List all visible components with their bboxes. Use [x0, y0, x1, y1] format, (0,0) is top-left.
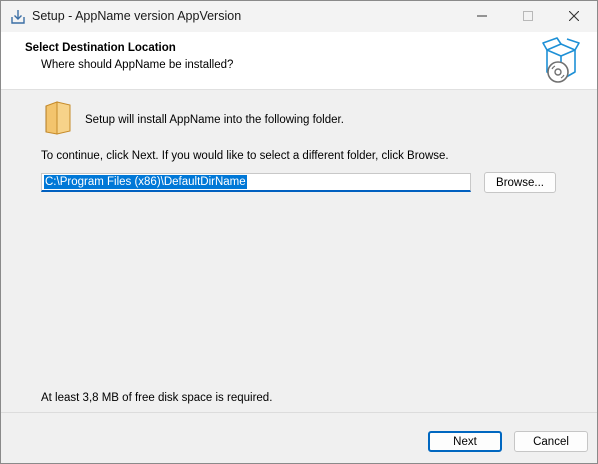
wizard-header: Select Destination Location Where should…: [1, 32, 597, 89]
browse-button[interactable]: Browse...: [484, 172, 556, 193]
disk-space-note: At least 3,8 MB of free disk space is re…: [41, 392, 273, 404]
next-button[interactable]: Next: [428, 431, 502, 452]
wizard-body: Setup will install AppName into the foll…: [1, 90, 597, 412]
setup-window: Setup - AppName version AppVersion Selec…: [0, 0, 598, 464]
close-button[interactable]: [551, 1, 597, 32]
maximize-button[interactable]: [505, 1, 551, 32]
destination-path-value: C:\Program Files (x86)\DefaultDirName: [44, 175, 247, 189]
destination-path-input[interactable]: C:\Program Files (x86)\DefaultDirName: [41, 173, 471, 192]
page-subtitle: Where should AppName be installed?: [41, 59, 234, 71]
install-description: Setup will install AppName into the foll…: [85, 114, 344, 126]
minimize-icon: [477, 8, 487, 26]
close-icon: [568, 8, 580, 26]
window-title: Setup - AppName version AppVersion: [32, 9, 242, 23]
install-box-icon: [541, 36, 581, 88]
wizard-footer: Next Cancel: [1, 413, 597, 463]
continue-instructions: To continue, click Next. If you would li…: [41, 150, 449, 162]
cancel-button[interactable]: Cancel: [514, 431, 588, 452]
maximize-icon: [523, 8, 533, 26]
folder-icon: [43, 100, 73, 136]
title-bar[interactable]: Setup - AppName version AppVersion: [1, 1, 597, 32]
minimize-button[interactable]: [459, 1, 505, 32]
setup-app-icon: [9, 8, 27, 26]
page-title: Select Destination Location: [25, 42, 176, 54]
